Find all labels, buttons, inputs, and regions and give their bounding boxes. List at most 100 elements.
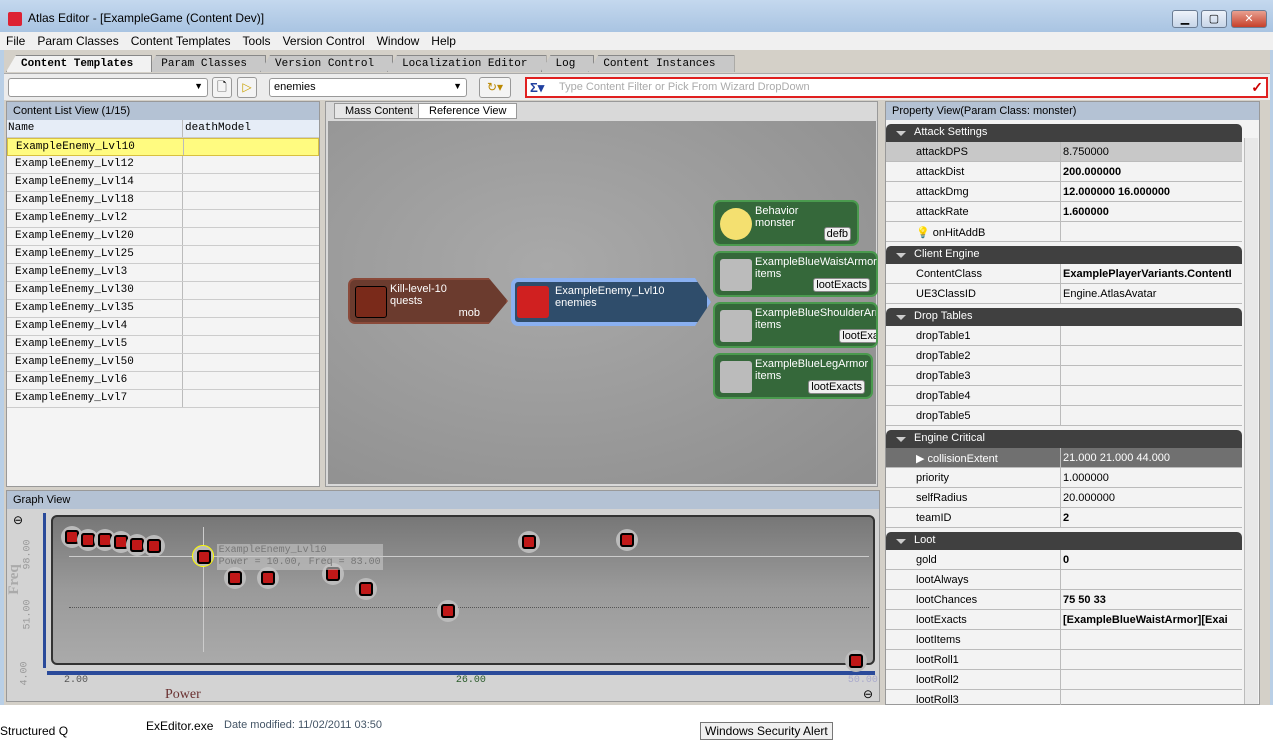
column-name[interactable]: Name xyxy=(7,120,183,137)
property-value[interactable] xyxy=(1061,326,1242,345)
property-value[interactable]: 21.000 21.000 44.000 xyxy=(1061,448,1242,467)
data-point[interactable] xyxy=(142,534,165,557)
list-item[interactable]: ExampleEnemy_Lvl3 xyxy=(7,264,319,282)
tab-log[interactable]: Log xyxy=(540,55,595,72)
property-row[interactable]: lootRoll2 xyxy=(886,670,1242,690)
property-value[interactable] xyxy=(1061,650,1242,669)
property-value[interactable]: 1.600000 xyxy=(1061,202,1242,221)
menu-version-control[interactable]: Version Control xyxy=(277,32,371,50)
ref-node-behavior[interactable]: Behavior monster defb xyxy=(713,200,859,246)
property-row[interactable]: dropTable3 xyxy=(886,366,1242,386)
security-alert-tooltip[interactable]: Windows Security Alert xyxy=(700,722,833,740)
property-row[interactable]: lootExacts [ExampleBlueWaistArmor][Exai xyxy=(886,610,1242,630)
list-item[interactable]: ExampleEnemy_Lvl10 xyxy=(7,138,319,156)
ref-node-leg-armor[interactable]: ExampleBlueLegArmor items lootExacts xyxy=(713,353,873,399)
list-item[interactable]: ExampleEnemy_Lvl5 xyxy=(7,336,319,354)
reference-canvas[interactable]: Kill-level-10 quests mob ExampleEnemy_Lv… xyxy=(328,121,878,484)
property-value[interactable]: [ExampleBlueWaistArmor][Exai xyxy=(1061,610,1242,629)
property-row[interactable]: lootItems xyxy=(886,630,1242,650)
property-row[interactable]: attackRate 1.600000 xyxy=(886,202,1242,222)
zoom-out-icon[interactable]: ⊖ xyxy=(13,513,23,527)
tab-reference-view[interactable]: Reference View xyxy=(418,103,518,119)
menu-window[interactable]: Window xyxy=(371,32,426,50)
property-value[interactable] xyxy=(1061,406,1242,425)
column-deathmodel[interactable]: deathModel xyxy=(183,120,258,137)
data-point[interactable] xyxy=(354,578,377,601)
tab-content-templates[interactable]: Content Templates xyxy=(6,55,153,72)
property-section-header[interactable]: Client Engine xyxy=(886,246,1242,264)
property-value[interactable]: 1.000000 xyxy=(1061,468,1242,487)
ref-node-waist-armor[interactable]: ExampleBlueWaistArmor items lootExacts xyxy=(713,251,878,297)
property-value[interactable]: 2 xyxy=(1061,508,1242,527)
property-value[interactable]: Engine.AtlasAvatar xyxy=(1061,284,1242,303)
list-item[interactable]: ExampleEnemy_Lvl4 xyxy=(7,318,319,336)
property-value[interactable] xyxy=(1061,670,1242,689)
ref-node-shoulder-armor[interactable]: ExampleBlueShoulderArmoritemslootExacts xyxy=(713,302,878,348)
property-row[interactable]: gold 0 xyxy=(886,550,1242,570)
maximize-button[interactable]: ▢ xyxy=(1201,10,1227,28)
property-scrollbar[interactable] xyxy=(1244,138,1258,704)
property-row[interactable]: lootAlways xyxy=(886,570,1242,590)
list-item[interactable]: ExampleEnemy_Lvl7 xyxy=(7,390,319,408)
zoom-out-icon[interactable]: ⊖ xyxy=(863,687,873,701)
property-value[interactable]: 0 xyxy=(1061,550,1242,569)
menu-param-classes[interactable]: Param Classes xyxy=(31,32,124,50)
list-item[interactable]: ExampleEnemy_Lvl18 xyxy=(7,192,319,210)
property-value[interactable]: ExamplePlayerVariants.ContentI xyxy=(1061,264,1242,283)
menu-file[interactable]: File xyxy=(0,32,31,50)
tab-param-classes[interactable]: Param Classes xyxy=(146,55,267,72)
list-item[interactable]: ExampleEnemy_Lvl14 xyxy=(7,174,319,192)
quest-node[interactable]: Kill-level-10 quests mob xyxy=(348,278,508,324)
data-point[interactable] xyxy=(436,599,459,622)
minimize-button[interactable]: ▁ xyxy=(1172,10,1198,28)
tab-content-instances[interactable]: Content Instances xyxy=(588,55,735,72)
content-filter-input[interactable]: Σ▾ Type Content Filter or Pick From Wiza… xyxy=(525,77,1268,98)
data-point[interactable] xyxy=(616,528,639,551)
list-item[interactable]: ExampleEnemy_Lvl6 xyxy=(7,372,319,390)
category-combo[interactable]: enemies ▼ xyxy=(269,78,467,97)
property-row[interactable]: 💡 onHitAddB xyxy=(886,222,1242,242)
property-row[interactable]: attackDmg 12.000000 16.000000 xyxy=(886,182,1242,202)
close-button[interactable]: ✕ xyxy=(1231,10,1267,28)
menu-tools[interactable]: Tools xyxy=(237,32,277,50)
list-item[interactable]: ExampleEnemy_Lvl20 xyxy=(7,228,319,246)
property-value[interactable]: 20.000000 xyxy=(1061,488,1242,507)
property-section-header[interactable]: Attack Settings xyxy=(886,124,1242,142)
list-item[interactable]: ExampleEnemy_Lvl30 xyxy=(7,282,319,300)
menu-help[interactable]: Help xyxy=(425,32,462,50)
data-point[interactable] xyxy=(191,545,214,568)
property-row[interactable]: dropTable2 xyxy=(886,346,1242,366)
tab-mass-content[interactable]: Mass Content xyxy=(334,103,424,119)
enemy-node-selected[interactable]: ExampleEnemy_Lvl10 enemies xyxy=(511,278,711,326)
data-point[interactable] xyxy=(844,650,867,673)
property-value[interactable] xyxy=(1061,570,1242,589)
menu-content-templates[interactable]: Content Templates xyxy=(125,32,237,50)
list-item[interactable]: ExampleEnemy_Lvl2 xyxy=(7,210,319,228)
property-value[interactable] xyxy=(1061,366,1242,385)
property-row[interactable]: attackDist 200.000000 xyxy=(886,162,1242,182)
property-section-header[interactable]: Loot xyxy=(886,532,1242,550)
property-row[interactable]: selfRadius 20.000000 xyxy=(886,488,1242,508)
list-item[interactable]: ExampleEnemy_Lvl35 xyxy=(7,300,319,318)
property-value[interactable]: 8.750000 xyxy=(1061,142,1242,161)
property-value[interactable]: 75 50 33 xyxy=(1061,590,1242,609)
checkmark-icon[interactable]: ✓ xyxy=(1251,79,1263,96)
property-value[interactable]: 200.000000 xyxy=(1061,162,1242,181)
property-row[interactable]: teamID 2 xyxy=(886,508,1242,528)
list-item[interactable]: ExampleEnemy_Lvl50 xyxy=(7,354,319,372)
property-row[interactable]: dropTable4 xyxy=(886,386,1242,406)
property-row[interactable]: dropTable5 xyxy=(886,406,1242,426)
property-section-header[interactable]: Drop Tables xyxy=(886,308,1242,326)
y-axis-slider[interactable] xyxy=(43,513,46,668)
data-point[interactable] xyxy=(518,531,541,554)
tab-localization-editor[interactable]: Localization Editor xyxy=(387,55,547,72)
play-button[interactable]: ▷ xyxy=(237,77,257,98)
property-value[interactable] xyxy=(1061,222,1242,241)
sigma-wizard-icon[interactable]: Σ▾ xyxy=(530,80,544,96)
list-item[interactable]: ExampleEnemy_Lvl12 xyxy=(7,156,319,174)
property-section-header[interactable]: Engine Critical xyxy=(886,430,1242,448)
property-row[interactable]: lootRoll1 xyxy=(886,650,1242,670)
property-value[interactable] xyxy=(1061,386,1242,405)
param-class-combo[interactable]: ▼ xyxy=(8,78,208,97)
property-value[interactable] xyxy=(1061,346,1242,365)
